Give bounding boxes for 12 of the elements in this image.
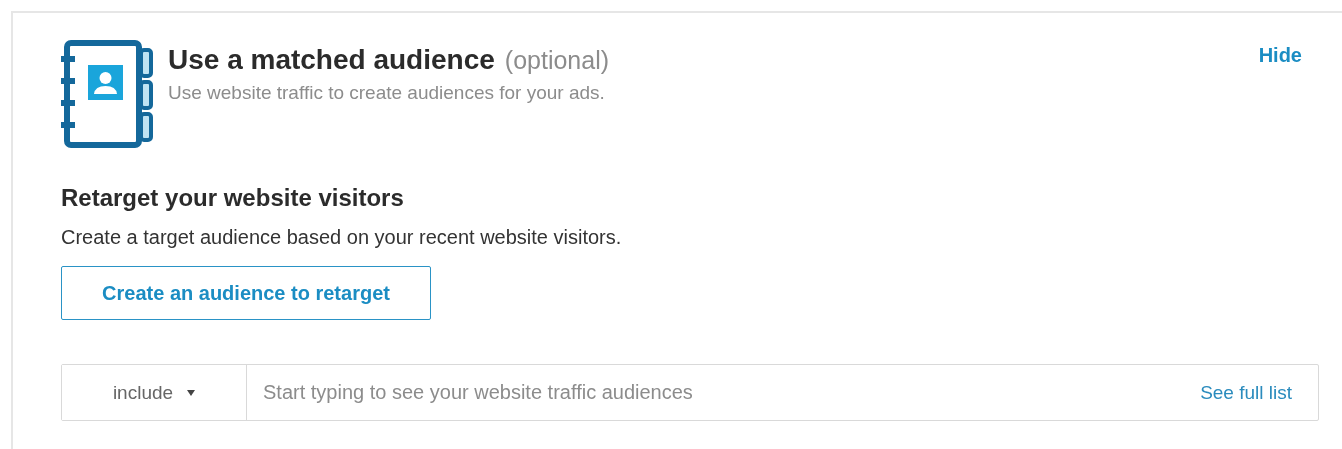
section-subtitle: Use website traffic to create audiences for your ads.	[168, 82, 606, 104]
section-title: Use a matched audience	[168, 44, 495, 76]
retarget-heading: Retarget your website visitors	[61, 184, 405, 212]
retarget-description: Create a target audience based on your recent website visitors.	[61, 226, 623, 249]
create-audience-button[interactable]: Create an audience to retarget	[61, 266, 431, 320]
include-dropdown[interactable]: include	[62, 365, 247, 420]
optional-note: (optional)	[504, 46, 610, 75]
caret-icon	[187, 389, 196, 396]
see-full-list-link[interactable]: See full list	[1200, 381, 1292, 404]
address-book-icon	[61, 40, 153, 148]
audience-search-field[interactable]: include Start typing to see your website traffic audiences See full list	[61, 364, 1319, 421]
hide-link[interactable]: Hide	[1258, 44, 1302, 67]
